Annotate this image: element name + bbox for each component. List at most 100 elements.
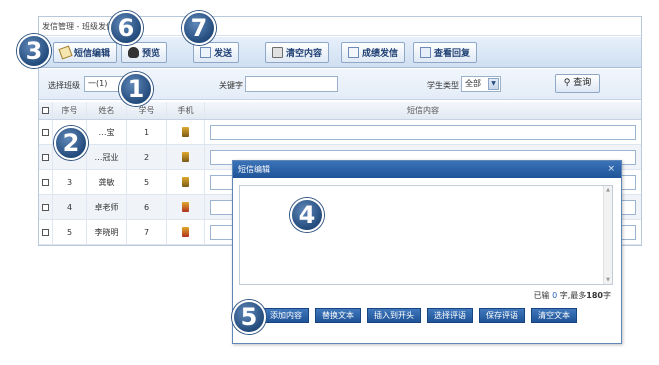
- callout-badge-1: 1: [119, 72, 153, 106]
- row-checkbox-cell: [39, 195, 53, 219]
- insert-at-start-button[interactable]: 插入到开头: [367, 308, 421, 323]
- class-select-value: 一(1): [88, 79, 108, 88]
- sms-textarea[interactable]: ▲ ▼: [239, 185, 613, 285]
- row-checkbox[interactable]: [42, 203, 49, 211]
- row-number: 6: [127, 195, 167, 219]
- row-checkbox[interactable]: [42, 178, 49, 186]
- callout-badge-4: 4: [290, 198, 324, 232]
- phone-icon: [182, 227, 189, 237]
- header-sms-content: 短信内容: [407, 106, 439, 115]
- callout-badge-2: 2: [54, 126, 88, 160]
- textarea-scrollbar[interactable]: ▲ ▼: [603, 186, 612, 284]
- score-sms-button[interactable]: 成绩发信: [341, 42, 406, 63]
- phone-icon: [182, 177, 189, 187]
- view-replies-button[interactable]: 查看回复: [413, 42, 478, 63]
- dialog-actions: 添加内容 替换文本 插入到开头 选择评语 保存评语 清空文本: [263, 308, 577, 323]
- row-phone-cell: [167, 120, 205, 144]
- send-icon: [200, 47, 211, 58]
- save-comment-button[interactable]: 保存评语: [479, 308, 525, 323]
- row-sms-cell: [205, 120, 641, 144]
- row-checkbox[interactable]: [42, 228, 49, 236]
- callout-badge-3: 3: [17, 34, 51, 68]
- phone-icon: [182, 202, 189, 212]
- eye-icon: [128, 47, 139, 58]
- select-all-cell: [39, 102, 53, 119]
- header-name: 姓名: [87, 102, 127, 119]
- sms-content-input[interactable]: [210, 124, 636, 140]
- student-type-label: 学生类型: [427, 81, 459, 90]
- search-button[interactable]: ⚲ 查询: [555, 74, 600, 93]
- row-seq: 4: [53, 195, 87, 219]
- row-checkbox-cell: [39, 120, 53, 144]
- search-button-label: 查询: [573, 78, 592, 88]
- row-name: …冠业: [87, 145, 127, 169]
- close-icon[interactable]: ×: [607, 161, 615, 178]
- send-button[interactable]: 发送: [193, 42, 240, 63]
- student-type-select[interactable]: 全部 ▼: [461, 76, 501, 92]
- keyword-input[interactable]: [245, 76, 338, 92]
- add-content-button[interactable]: 添加内容: [263, 308, 309, 323]
- row-number: 1: [127, 120, 167, 144]
- row-phone-cell: [167, 170, 205, 194]
- counter-unit: 字: [603, 291, 611, 300]
- header-phone: 手机: [167, 102, 205, 119]
- select-all-checkbox[interactable]: [42, 107, 49, 114]
- student-type-value: 全部: [465, 79, 481, 88]
- phone-icon: [182, 152, 189, 162]
- clear-content-label: 清空内容: [286, 49, 323, 59]
- row-checkbox-cell: [39, 145, 53, 169]
- trash-icon: [272, 47, 283, 58]
- header-seq: 序号: [53, 102, 87, 119]
- callout-badge-5: 5: [232, 300, 266, 334]
- row-seq: 5: [53, 220, 87, 244]
- row-checkbox-cell: [39, 170, 53, 194]
- search-icon: ⚲: [563, 78, 571, 88]
- select-comment-button[interactable]: 选择评语: [427, 308, 473, 323]
- counter-max: 180: [586, 291, 603, 300]
- preview-label: 预览: [142, 49, 161, 59]
- sms-edit-dialog: 短信编辑 × ▲ ▼ 已输 0 字,最多180字 添加内容 替换文本 插入到开头…: [232, 160, 622, 344]
- row-phone-cell: [167, 145, 205, 169]
- row-name: 李晓明: [87, 220, 127, 244]
- book-icon: [420, 47, 431, 58]
- row-name: 卓老师: [87, 195, 127, 219]
- row-phone-cell: [167, 220, 205, 244]
- dialog-title: 短信编辑: [238, 165, 270, 174]
- send-label: 发送: [214, 49, 233, 59]
- mail-icon: [348, 47, 359, 58]
- replace-text-button[interactable]: 替换文本: [315, 308, 361, 323]
- row-number: 7: [127, 220, 167, 244]
- pen-icon: [58, 45, 73, 60]
- sms-edit-label: 短信编辑: [74, 49, 111, 59]
- app-root: 发信管理 - 班级发信 短信编辑 预览 发送 清空内容 成绩发信 查看回复 选择…: [0, 0, 659, 365]
- keyword-label: 关键字: [219, 81, 243, 90]
- row-checkbox[interactable]: [42, 128, 49, 136]
- phone-icon: [182, 127, 189, 137]
- row-seq: 3: [53, 170, 87, 194]
- counter-value: 0: [552, 291, 558, 300]
- counter-prefix: 已输: [533, 291, 550, 300]
- row-phone-cell: [167, 195, 205, 219]
- table-row: 1 …宝 1: [39, 120, 641, 145]
- score-sms-label: 成绩发信: [362, 49, 399, 59]
- callout-badge-7: 7: [182, 11, 216, 45]
- callout-badge-6: 6: [109, 11, 143, 45]
- preview-button[interactable]: 预览: [121, 42, 168, 63]
- chevron-down-icon: ▼: [488, 78, 499, 90]
- row-checkbox[interactable]: [42, 153, 49, 161]
- clear-content-button[interactable]: 清空内容: [265, 42, 330, 63]
- scroll-up-icon[interactable]: ▲: [604, 186, 612, 194]
- sms-edit-button[interactable]: 短信编辑: [53, 42, 118, 63]
- counter-suffix: 字,最多: [559, 291, 587, 300]
- scroll-down-icon[interactable]: ▼: [604, 276, 612, 284]
- row-number: 5: [127, 170, 167, 194]
- row-number: 2: [127, 145, 167, 169]
- clear-text-button[interactable]: 清空文本: [531, 308, 577, 323]
- view-replies-label: 查看回复: [434, 49, 471, 59]
- row-checkbox-cell: [39, 220, 53, 244]
- char-counter: 已输 0 字,最多180字: [534, 290, 611, 301]
- dialog-title-bar: 短信编辑 ×: [233, 161, 621, 178]
- row-name: …宝: [87, 120, 127, 144]
- row-name: 龚敏: [87, 170, 127, 194]
- class-label: 选择班级: [48, 81, 80, 90]
